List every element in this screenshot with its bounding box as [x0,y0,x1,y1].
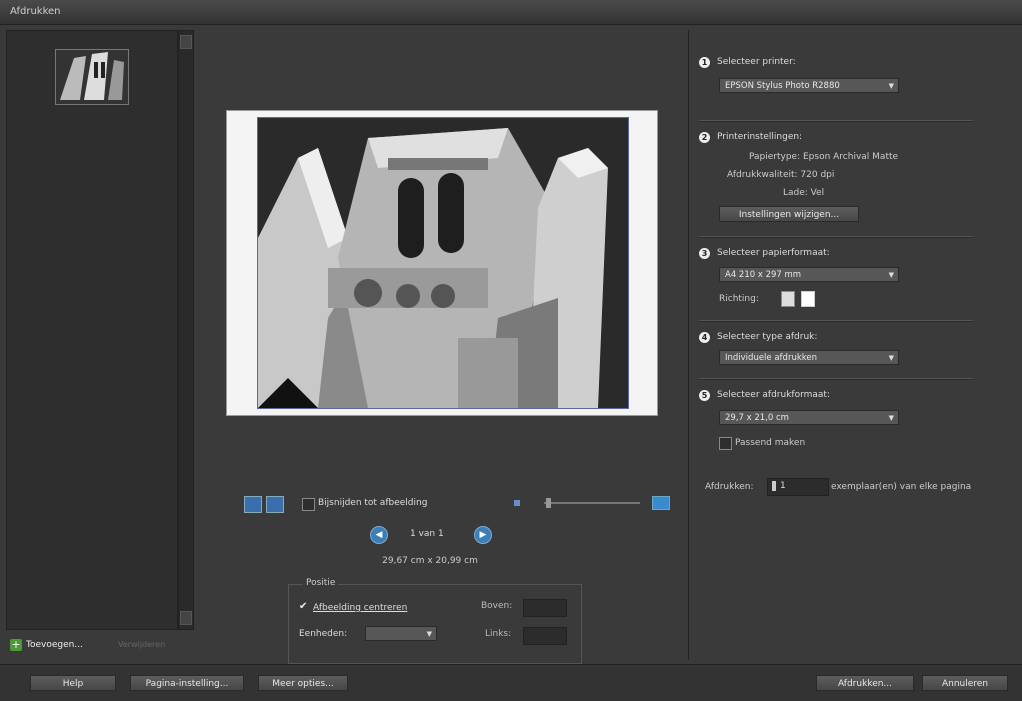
photo-thumbnail[interactable] [55,49,129,105]
rotate-right-icon[interactable] [266,496,284,513]
select-paper-size-title: Selecteer papierformaat: [717,248,830,258]
printer-settings-title: Printerinstellingen: [717,132,803,142]
chevron-down-icon: ▼ [888,82,894,90]
printer-dropdown[interactable]: EPSON Stylus Photo R2880 ▼ [719,78,899,93]
page-indicator: 1 van 1 [410,529,444,539]
fit-checkbox[interactable] [719,437,732,450]
zoom-in-icon[interactable] [652,496,670,510]
chevron-down-icon: ▼ [888,354,894,362]
title-bar: Afdrukken [0,0,1022,25]
landscape-orientation-icon[interactable] [801,291,815,307]
divider [699,320,973,322]
preview-controls: Bijsnijden tot afbeelding [244,496,670,513]
copies-label: Afdrukken: [705,482,754,492]
top-label: Boven: [481,601,513,611]
thumbnail-panel [6,30,178,630]
portrait-orientation-icon[interactable] [781,291,795,307]
chevron-down-icon: ▼ [426,630,432,638]
fit-label: Passend maken [735,438,806,448]
step-1-icon: 1 [699,57,710,68]
checkmark-icon[interactable]: ✔ [299,601,307,612]
print-dimensions: 29,67 cm x 20,99 cm [382,556,478,566]
plus-icon[interactable]: + [10,639,22,651]
print-type-dropdown[interactable]: Individuele afdrukken ▼ [719,350,899,365]
dialog-button-bar: Help Pagina-instelling... Meer opties...… [0,664,1022,701]
left-label: Links: [485,629,512,639]
paper-size-dropdown[interactable]: A4 210 x 297 mm ▼ [719,267,899,282]
help-button[interactable]: Help [30,675,116,691]
thumbnail-image [56,50,128,104]
position-legend: Positie [303,578,339,588]
select-print-size-title: Selecteer afdrukformaat: [717,390,830,400]
position-group: Positie ✔ Afbeelding centreren Boven: Ee… [288,578,582,664]
select-print-type-title: Selecteer type afdruk: [717,332,818,342]
rotate-left-icon[interactable] [244,496,262,513]
more-options-button[interactable]: Meer opties... [258,675,348,691]
printer-value: EPSON Stylus Photo R2880 [725,81,840,91]
divider [699,378,973,380]
print-size-dropdown[interactable]: 29,7 x 21,0 cm ▼ [719,410,899,425]
add-photos-row: + Toevoegen... Verwijderen [6,636,196,654]
units-dropdown[interactable]: ▼ [365,626,437,641]
chevron-down-icon: ▼ [888,271,894,279]
print-preview-area: Bijsnijden tot afbeelding ◀ 1 van 1 ▶ 29… [200,30,684,664]
left-input[interactable] [523,627,567,645]
page-navigation: ◀ 1 van 1 ▶ [370,526,500,544]
copies-value: 1 [780,481,786,491]
scroll-up-arrow[interactable] [180,35,192,49]
top-input[interactable] [523,599,567,617]
settings-panel: 1 Selecteer printer: EPSON Stylus Photo … [688,30,1019,660]
select-printer-title: Selecteer printer: [717,57,796,67]
step-3-icon: 3 [699,248,710,259]
print-size-value: 29,7 x 21,0 cm [725,413,789,423]
cancel-button[interactable]: Annuleren [922,675,1008,691]
paper-type-text: Papiertype: Epson Archival Matte [749,152,899,162]
paper-size-value: A4 210 x 297 mm [725,270,802,280]
photo-preview[interactable] [257,117,629,409]
next-page-icon[interactable]: ▶ [474,526,492,544]
crop-to-fit-label: Bijsnijden tot afbeelding [318,498,428,508]
zoom-out-icon[interactable] [514,500,520,506]
page-setup-button[interactable]: Pagina-instelling... [130,675,244,691]
divider [699,120,973,122]
copies-suffix: exemplaar(en) van elke pagina [831,482,972,492]
architecture-photo [258,118,628,408]
paper-preview [226,110,658,416]
thumbnail-scrollbar[interactable] [178,30,194,630]
divider [699,236,973,238]
window-title: Afdrukken [10,6,61,17]
step-5-icon: 5 [699,390,710,401]
step-2-icon: 2 [699,132,710,143]
units-label: Eenheden: [299,629,348,639]
print-quality-text: Afdrukkwaliteit: 720 dpi [727,170,835,180]
print-button[interactable]: Afdrukken... [816,675,914,691]
scroll-down-arrow[interactable] [180,611,192,625]
crop-to-fit-checkbox[interactable] [302,498,315,511]
copies-input[interactable]: 1 [767,478,829,496]
copies-value-marker [772,481,776,491]
zoom-slider[interactable] [544,498,640,508]
print-type-value: Individuele afdrukken [725,353,817,363]
orientation-label: Richting: [719,294,759,304]
remove-photo-button[interactable]: Verwijderen [118,640,165,649]
tray-text: Lade: Vel [783,188,825,198]
center-image-label[interactable]: Afbeelding centreren [313,603,407,613]
chevron-down-icon: ▼ [888,414,894,422]
previous-page-icon[interactable]: ◀ [370,526,388,544]
step-4-icon: 4 [699,332,710,343]
add-photos-button[interactable]: Toevoegen... [26,640,83,650]
change-settings-button[interactable]: Instellingen wijzigen... [719,206,859,222]
zoom-slider-thumb[interactable] [546,498,551,508]
